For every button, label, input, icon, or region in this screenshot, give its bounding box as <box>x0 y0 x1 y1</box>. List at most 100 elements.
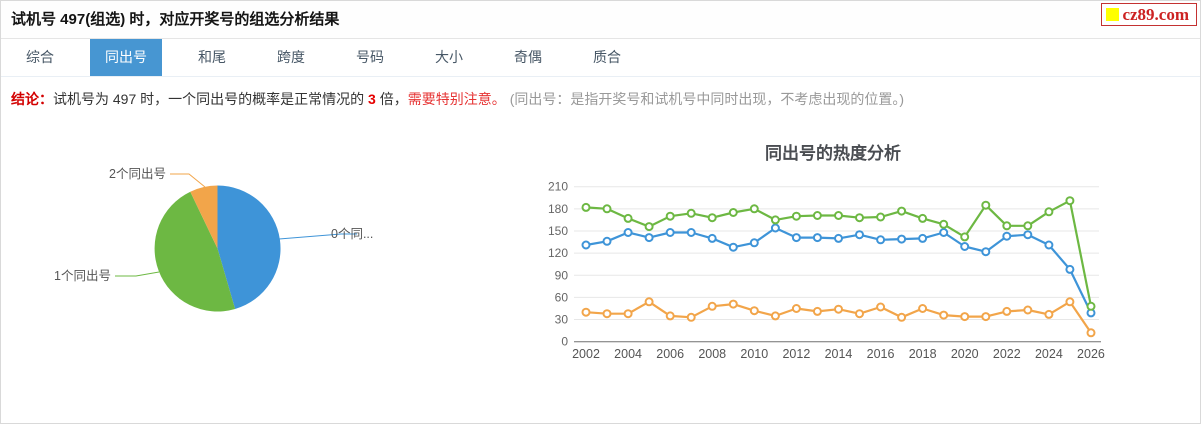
data-point <box>855 309 864 319</box>
data-point <box>918 304 928 313</box>
y-tick-label: 90 <box>555 268 569 282</box>
data-point <box>602 204 612 214</box>
data-point <box>644 222 654 232</box>
data-point <box>602 236 612 246</box>
data-point <box>665 228 675 237</box>
tab-tongchuhao[interactable]: 同出号 <box>90 39 162 76</box>
data-point <box>1086 301 1096 311</box>
conclusion-warning: 需要特别注意。 <box>407 91 506 107</box>
data-point <box>602 309 612 319</box>
data-point <box>918 213 928 223</box>
data-point <box>623 213 633 223</box>
conclusion-part2: 倍， <box>375 91 408 107</box>
data-point <box>812 233 822 243</box>
data-point <box>644 233 654 243</box>
data-point <box>581 202 591 212</box>
x-tick-label: 2026 <box>1077 347 1105 361</box>
data-point <box>834 233 843 243</box>
data-point <box>749 238 759 248</box>
tab-zhihe[interactable]: 质合 <box>578 39 636 76</box>
data-point <box>812 211 822 220</box>
data-point <box>834 211 843 220</box>
data-point <box>981 247 991 257</box>
data-point <box>581 307 591 317</box>
x-tick-label: 2006 <box>656 347 684 361</box>
data-point <box>981 312 991 322</box>
data-point <box>1044 207 1054 217</box>
data-point <box>918 233 928 243</box>
data-point <box>791 211 801 221</box>
data-point <box>665 311 675 321</box>
y-tick-label: 180 <box>548 202 568 216</box>
x-tick-label: 2004 <box>614 347 642 361</box>
data-point <box>834 304 843 314</box>
analysis-panel: 试机号 497(组选) 时，对应开奖号的组选分析结果 cz89.com 综合 同… <box>0 0 1201 424</box>
data-point <box>707 301 717 311</box>
data-point <box>1023 230 1033 240</box>
data-point <box>728 242 738 252</box>
trend-chart-title: 同出号的热度分析 <box>765 143 901 163</box>
data-point <box>897 312 907 322</box>
data-point <box>581 240 591 250</box>
data-point <box>876 235 886 245</box>
data-point <box>1023 221 1033 231</box>
data-point <box>1002 221 1012 231</box>
data-point <box>1065 297 1075 307</box>
tab-daxiao[interactable]: 大小 <box>420 39 478 76</box>
site-logo[interactable]: cz89.com <box>1101 3 1197 26</box>
data-point <box>791 304 801 313</box>
tab-kuadu[interactable]: 跨度 <box>262 39 320 76</box>
page-title: 试机号 497(组选) 时，对应开奖号的组选分析结果 <box>11 11 340 28</box>
tab-haoma[interactable]: 号码 <box>341 39 399 76</box>
data-point <box>876 212 886 222</box>
data-point <box>707 233 717 243</box>
data-point <box>960 312 970 322</box>
data-point <box>770 215 780 225</box>
conclusion-part1: 试机号为 497 时，一个同出号的概率是正常情况的 <box>53 91 369 107</box>
x-tick-label: 2016 <box>867 347 895 361</box>
data-point <box>981 200 991 210</box>
data-point <box>960 242 970 251</box>
pie-label-line <box>115 271 160 277</box>
x-tick-label: 2020 <box>951 347 979 361</box>
y-tick-label: 0 <box>561 335 568 349</box>
data-point <box>791 233 801 243</box>
x-tick-label: 2002 <box>572 347 600 361</box>
data-point <box>1002 231 1012 241</box>
x-tick-label: 2010 <box>740 347 768 361</box>
data-point <box>1023 305 1033 315</box>
x-tick-label: 2024 <box>1035 347 1063 361</box>
data-point <box>1002 306 1012 316</box>
data-point <box>939 219 949 229</box>
data-point <box>1065 196 1075 206</box>
data-point <box>770 223 780 233</box>
data-point <box>770 311 780 321</box>
data-point <box>855 213 864 223</box>
conclusion-multiplier: 3 <box>368 91 376 107</box>
y-tick-label: 210 <box>548 180 568 194</box>
data-point <box>686 312 696 322</box>
data-point <box>686 208 696 218</box>
data-point <box>686 228 696 237</box>
data-point <box>876 302 886 312</box>
tab-zonghe[interactable]: 综合 <box>11 39 69 76</box>
data-point <box>1086 328 1096 338</box>
conclusion-text: 结论：试机号为 497 时，一个同出号的概率是正常情况的 3 倍，需要特别注意。… <box>1 77 1200 109</box>
pie-label: 2个同出号 <box>109 167 166 181</box>
data-point <box>1044 240 1054 250</box>
conclusion-note: (同出号：是指开奖号和试机号中同时出现，不考虑出现的位置。) <box>509 91 905 107</box>
data-point <box>939 310 949 320</box>
y-tick-label: 150 <box>548 224 568 238</box>
data-point <box>812 306 822 316</box>
data-point <box>707 213 717 223</box>
data-point <box>960 232 970 242</box>
pie-label: 0个同... <box>331 227 373 241</box>
tab-hewei[interactable]: 和尾 <box>183 39 241 76</box>
data-point <box>897 206 907 216</box>
title-bar: 试机号 497(组选) 时，对应开奖号的组选分析结果 cz89.com <box>1 1 1200 39</box>
pie-chart: 0个同... 1个同出号 2个同出号 <box>54 167 373 312</box>
data-point <box>1065 264 1075 274</box>
data-point <box>728 208 738 217</box>
tab-qiou[interactable]: 奇偶 <box>499 39 557 76</box>
data-point <box>749 204 759 214</box>
